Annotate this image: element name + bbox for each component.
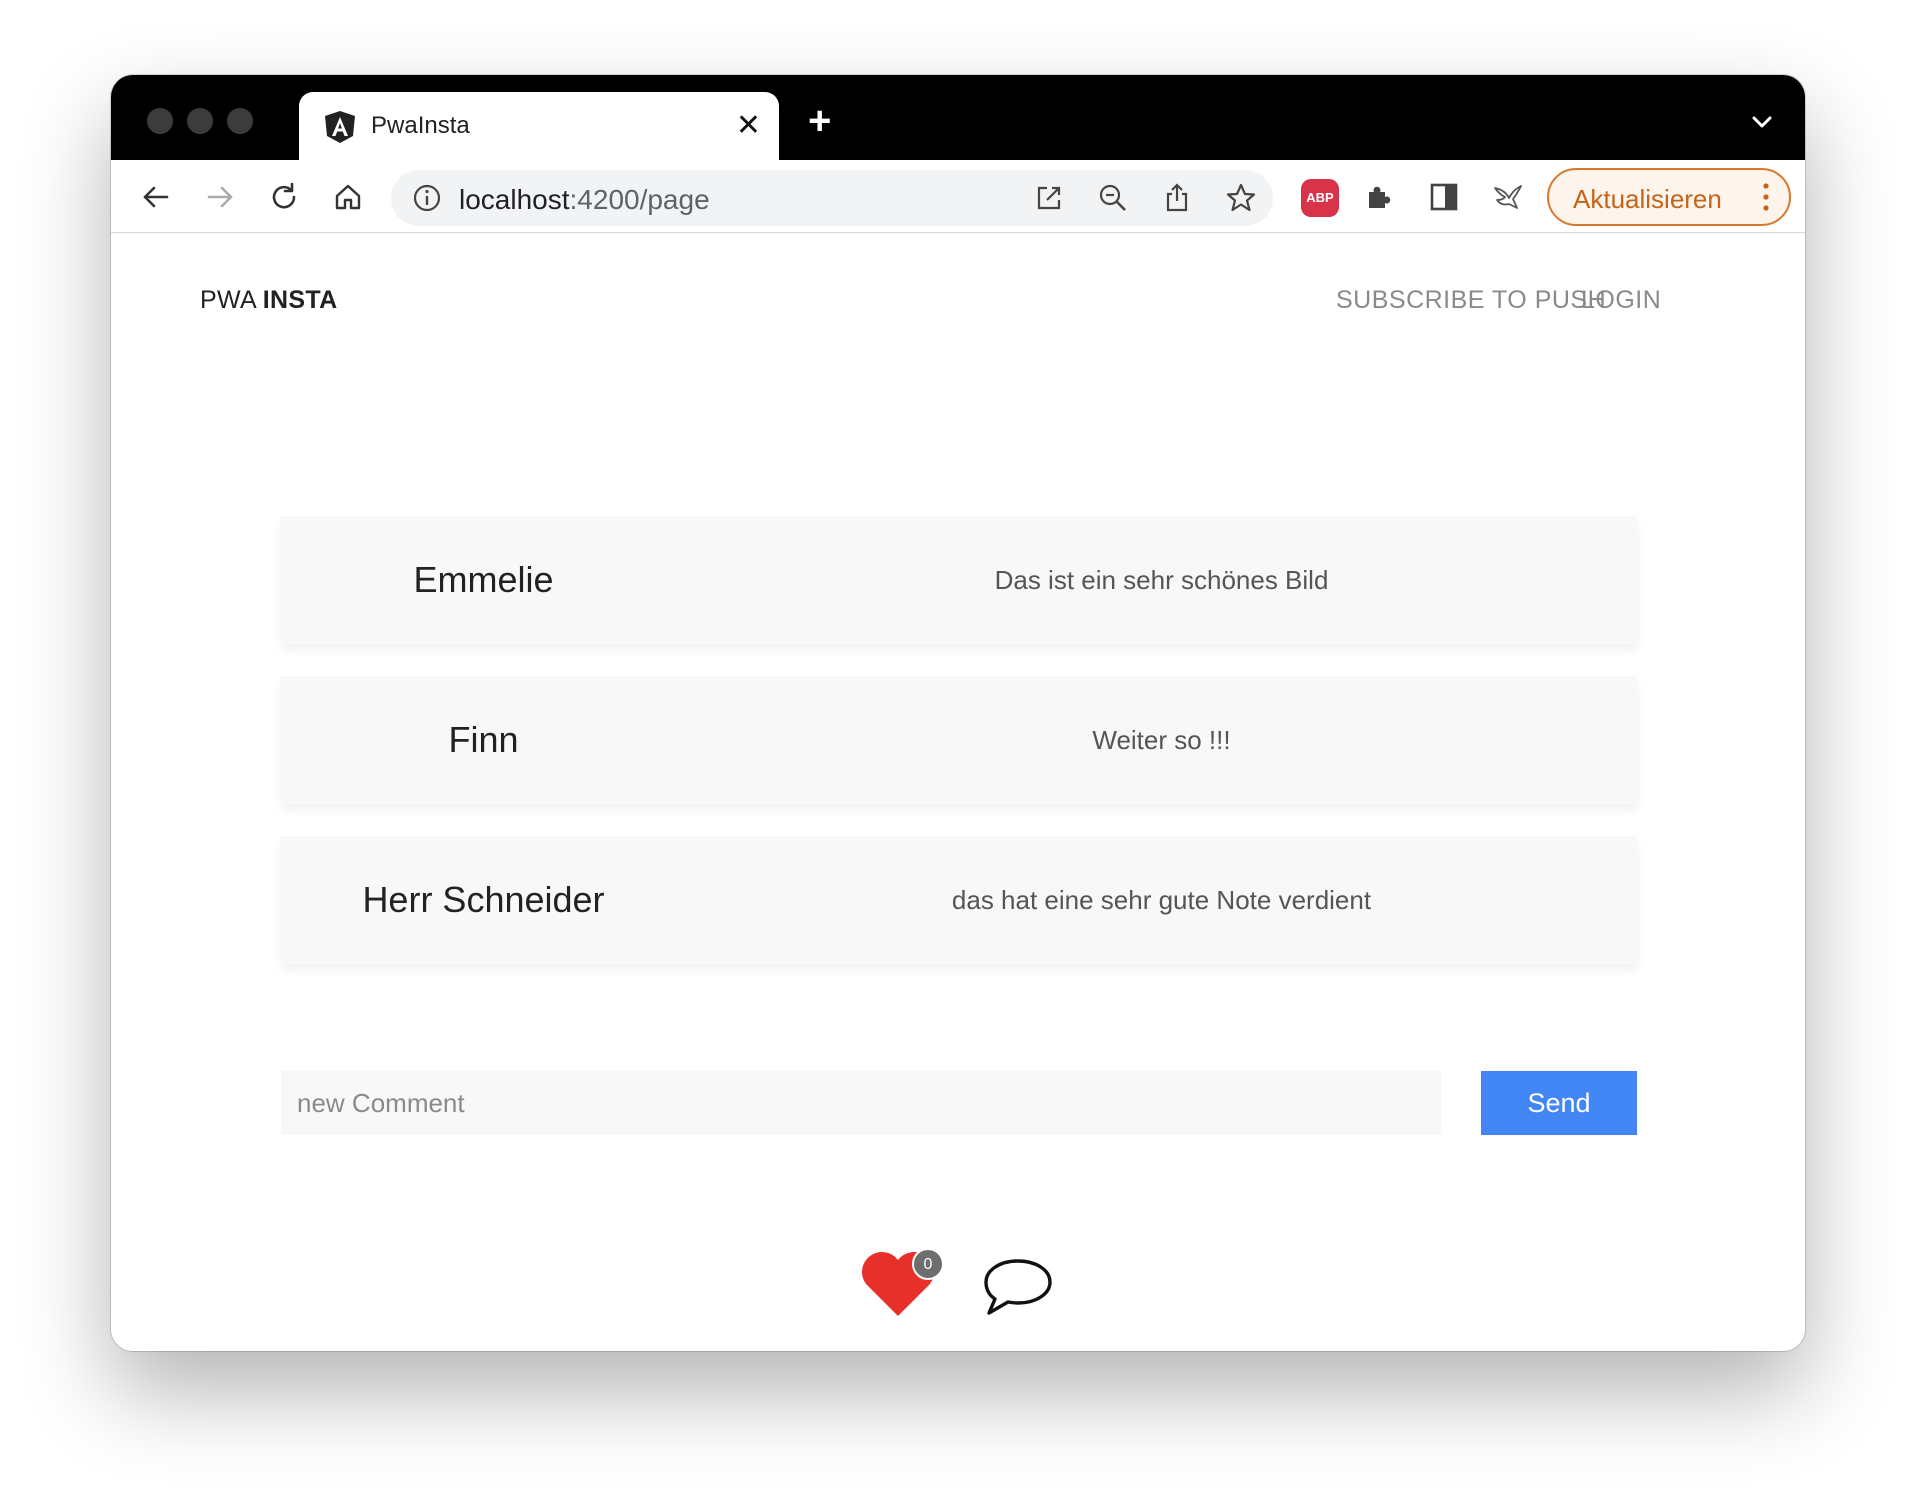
forward-arrow-icon[interactable]	[203, 180, 237, 214]
back-arrow-icon[interactable]	[139, 180, 173, 214]
subscribe-push-link[interactable]: SUBSCRIBE TO PUSH	[1336, 286, 1606, 315]
chevron-down-icon[interactable]	[1747, 107, 1777, 137]
comment-text: Das ist ein sehr schönes Bild	[994, 565, 1329, 595]
new-comment-input[interactable]	[281, 1071, 1441, 1135]
update-button-label: Aktualisieren	[1573, 184, 1722, 214]
adblock-extension-icon[interactable]: ABP	[1301, 179, 1339, 217]
comment-author: Herr Schneider	[362, 879, 605, 920]
url-host: localhost	[459, 184, 570, 215]
home-icon[interactable]	[331, 180, 365, 214]
page-content: PWA INSTA SUBSCRIBE TO PUSH LOGIN Emmeli…	[111, 233, 1805, 1351]
send-comment-button[interactable]: Send	[1481, 1071, 1637, 1135]
brand-bold: INSTA	[262, 286, 338, 314]
reload-icon[interactable]	[267, 180, 301, 214]
more-menu-icon[interactable]	[1761, 180, 1771, 214]
comment-author: Emmelie	[413, 559, 554, 600]
like-count-badge: 0	[912, 1248, 944, 1280]
angular-icon	[325, 111, 355, 143]
like-button[interactable]: 0	[860, 1248, 944, 1324]
open-external-icon[interactable]	[1033, 182, 1065, 214]
tab-title: PwaInsta	[371, 112, 470, 139]
browser-window: PwaInsta ✕ + localhost:4200/page ABP Akt…	[111, 75, 1805, 1351]
side-panel-icon[interactable]	[1427, 180, 1461, 214]
url-text: localhost:4200/page	[459, 184, 710, 216]
browser-toolbar: localhost:4200/page ABP Aktualisieren	[111, 160, 1805, 233]
brand-prefix: PWA	[200, 286, 263, 314]
info-icon[interactable]	[411, 182, 443, 214]
comment-card: Herr Schneider das hat eine sehr gute No…	[281, 836, 1637, 964]
app-brand[interactable]: PWA INSTA	[200, 286, 337, 315]
comment-card: Emmelie Das ist ein sehr schönes Bild	[281, 516, 1637, 644]
comment-card: Finn Weiter so !!!	[281, 676, 1637, 804]
address-bar[interactable]: localhost:4200/page	[391, 170, 1273, 226]
login-link[interactable]: LOGIN	[1581, 286, 1661, 315]
browser-tab-active[interactable]: PwaInsta ✕	[299, 92, 779, 160]
share-icon[interactable]	[1161, 182, 1193, 214]
bird-extension-icon[interactable]	[1491, 180, 1525, 214]
zoom-out-icon[interactable]	[1097, 182, 1129, 214]
comment-text: das hat eine sehr gute Note verdient	[951, 885, 1372, 915]
new-tab-button[interactable]: +	[808, 101, 831, 141]
comment-text: Weiter so !!!	[1092, 725, 1231, 755]
maximize-window-button[interactable]	[227, 108, 253, 134]
extensions-puzzle-icon[interactable]	[1363, 180, 1397, 214]
update-browser-button[interactable]: Aktualisieren	[1547, 168, 1791, 226]
close-window-button[interactable]	[147, 108, 173, 134]
comment-author: Finn	[448, 719, 519, 760]
minimize-window-button[interactable]	[187, 108, 213, 134]
browser-titlebar: PwaInsta ✕ +	[111, 75, 1805, 160]
tab-close-icon[interactable]: ✕	[736, 106, 761, 146]
url-path: :4200/page	[569, 184, 710, 215]
bookmark-star-icon[interactable]	[1225, 182, 1257, 214]
comment-bubble-icon[interactable]	[981, 1255, 1055, 1319]
